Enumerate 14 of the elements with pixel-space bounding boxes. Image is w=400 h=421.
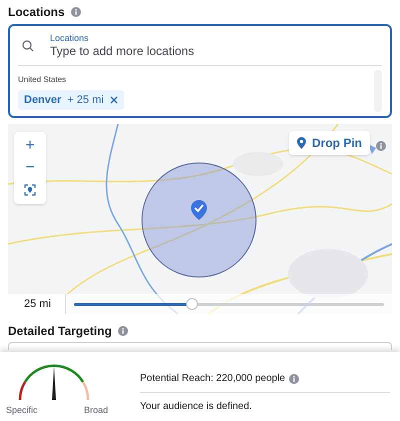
section-title: Locations: [8, 4, 65, 21]
location-search-field[interactable]: Type to add more locations: [50, 44, 300, 58]
gauge-min-label: Specific: [6, 404, 38, 417]
audience-status: Your audience is defined.: [140, 400, 253, 414]
section-title: Detailed Targeting: [8, 323, 112, 340]
zoom-in-button[interactable]: +: [25, 136, 35, 156]
zoom-out-button[interactable]: −: [25, 158, 35, 178]
field-label: Locations: [50, 32, 90, 44]
country-label: United States: [18, 74, 68, 86]
potential-reach: Potential Reach: 220,000 people: [140, 372, 286, 386]
gauge-max-label: Broad: [84, 404, 108, 417]
drop-pin-button[interactable]: Drop Pin: [289, 131, 370, 155]
tag-radius: + 25 mi: [67, 92, 104, 108]
tag-name: Denver: [24, 92, 62, 108]
